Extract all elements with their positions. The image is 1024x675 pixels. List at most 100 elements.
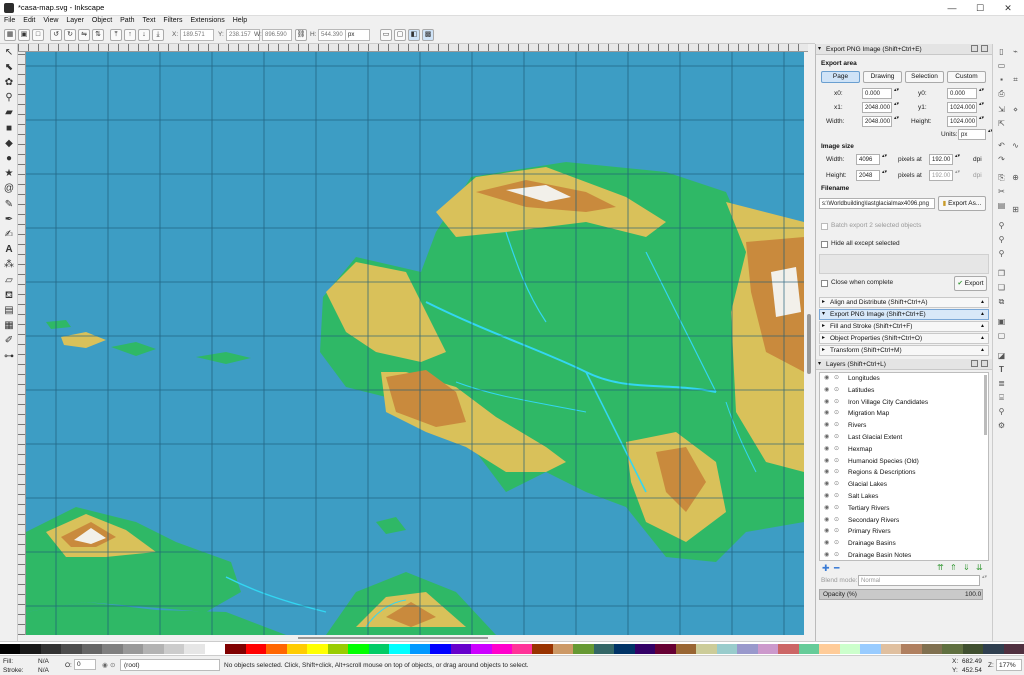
layers-icon[interactable]: ≣ — [996, 378, 1007, 389]
palette-swatch[interactable] — [348, 644, 370, 654]
menu-extensions[interactable]: Extensions — [186, 16, 228, 25]
deselect-icon[interactable]: □ — [32, 29, 44, 41]
menu-text[interactable]: Text — [139, 16, 160, 25]
export-button[interactable]: ✔ Export — [954, 276, 987, 291]
area-height-input[interactable]: 1024.000 — [947, 115, 985, 127]
vertical-scroll-thumb[interactable] — [807, 314, 811, 374]
tweak-tool-icon[interactable]: ✿ — [2, 76, 16, 90]
snap-center-icon[interactable]: ⊕ — [1010, 172, 1021, 183]
export-dialog-title[interactable]: ▾ Export PNG Image (Shift+Ctrl+E) — [816, 44, 993, 55]
lower-layer-icon[interactable]: ⇓ — [963, 563, 970, 572]
w-input[interactable]: 896.590 — [262, 29, 292, 41]
palette-swatch[interactable] — [696, 644, 718, 654]
print-icon[interactable]: ⎙ — [996, 88, 1007, 99]
star-tool-icon[interactable]: ★ — [2, 167, 16, 181]
palette-swatch[interactable] — [286, 644, 308, 654]
eye-icon[interactable]: ◉ — [824, 550, 829, 560]
eye-icon[interactable]: ◉ — [824, 420, 829, 432]
palette-swatch[interactable] — [61, 644, 83, 654]
layer-row[interactable]: ◉ ⊙ Regions & Descriptions — [820, 467, 988, 479]
lower-to-bottom-icon[interactable]: ⤓ — [152, 29, 164, 41]
lock-ratio-icon[interactable]: ⛓ — [295, 29, 307, 41]
fill-stroke-dialog-tab[interactable]: ▸ Fill and Stroke (Shift+Ctrl+F) ▲ — [819, 321, 989, 332]
mesh-tool-icon[interactable]: ▦ — [2, 319, 16, 333]
layer-row[interactable]: ◉ ⊙ Primary Rivers — [820, 526, 988, 538]
palette-swatch[interactable] — [942, 644, 964, 654]
open-icon[interactable]: ▭ — [996, 60, 1007, 71]
find-icon[interactable]: ⚲ — [996, 406, 1007, 417]
units-select[interactable]: px — [958, 128, 994, 140]
flip-horizontal-icon[interactable]: ⇋ — [78, 29, 90, 41]
palette-swatch[interactable] — [471, 644, 492, 654]
layers-scroll-thumb[interactable] — [984, 375, 987, 435]
palette-swatch[interactable] — [532, 644, 554, 654]
iconify-icon[interactable] — [971, 45, 978, 52]
eye-icon[interactable]: ◉ — [824, 456, 829, 468]
add-layer-icon[interactable]: ✚ — [822, 563, 830, 574]
horizontal-scroll-thumb[interactable] — [298, 637, 488, 639]
zoom-input[interactable]: 177% — [996, 659, 1022, 671]
dpi-input[interactable]: 192.00 — [929, 153, 961, 165]
palette-swatch[interactable] — [450, 644, 472, 654]
export-png-dialog-tab[interactable]: ▾ Export PNG Image (Shift+Ctrl+E) ▲ — [819, 309, 989, 320]
palette-swatch[interactable] — [737, 644, 759, 654]
x0-input[interactable]: 0.000 — [862, 87, 900, 99]
palette-swatch[interactable] — [245, 644, 267, 654]
menu-file[interactable]: File — [0, 16, 19, 25]
palette-swatch[interactable] — [1003, 644, 1024, 654]
ungroup-icon[interactable]: ▢ — [996, 330, 1007, 341]
palette-swatch[interactable] — [757, 644, 779, 654]
palette-swatch[interactable] — [163, 644, 185, 654]
y1-input[interactable]: 1024.000 — [947, 101, 985, 113]
lock-icon[interactable]: ⊙ — [834, 385, 839, 397]
palette-swatch[interactable] — [225, 644, 247, 654]
snap-paths-icon[interactable]: ∿ — [1010, 140, 1021, 151]
x1-input[interactable]: 2048.000 — [862, 101, 900, 113]
palette-swatch[interactable] — [634, 644, 656, 654]
text-tool-icon[interactable]: A — [2, 243, 16, 257]
connector-tool-icon[interactable]: ⊶ — [2, 350, 16, 364]
eraser-tool-icon[interactable]: ▱ — [2, 274, 16, 288]
x-input[interactable]: 189.571 — [180, 29, 214, 41]
remove-layer-icon[interactable]: ━ — [834, 563, 839, 574]
select-all-icon[interactable]: ▦ — [4, 29, 16, 41]
stroke-value[interactable]: N/A — [38, 667, 49, 674]
align-distribute-dialog-tab[interactable]: ▸ Align and Distribute (Shift+Ctrl+A) ▲ — [819, 297, 989, 308]
area-selection-button[interactable]: Selection — [905, 71, 944, 83]
palette-swatch[interactable] — [921, 644, 943, 654]
cut-icon[interactable]: ✂ — [996, 186, 1007, 197]
paint-bucket-tool-icon[interactable]: ⛾ — [2, 289, 16, 303]
fill-stroke-icon[interactable]: ◪ — [996, 350, 1007, 361]
zoom-tool-icon[interactable]: ⚲ — [2, 91, 16, 105]
layer-row[interactable]: ◉ ⊙ Last Glacial Extent — [820, 432, 988, 444]
zoom-page-icon[interactable]: ⚲ — [996, 248, 1007, 259]
calligraphy-tool-icon[interactable]: ✍ — [2, 228, 16, 242]
layer-row[interactable]: ◉ ⊙ Rivers — [820, 420, 988, 432]
palette-swatch[interactable] — [716, 644, 738, 654]
lock-icon[interactable]: ⊙ — [834, 491, 839, 503]
palette-swatch[interactable] — [573, 644, 595, 654]
lock-icon[interactable]: ⊙ — [834, 456, 839, 468]
measure-tool-icon[interactable]: ▰ — [2, 106, 16, 120]
palette-swatch[interactable] — [409, 644, 431, 654]
rotate-ccw-icon[interactable]: ↺ — [50, 29, 62, 41]
layers-dialog-title[interactable]: ▾ Layers (Shift+Ctrl+L) — [816, 359, 993, 370]
palette-swatch[interactable] — [307, 644, 329, 654]
close-dialog-icon[interactable] — [981, 360, 988, 367]
rectangle-tool-icon[interactable]: ■ — [2, 122, 16, 136]
palette-swatch[interactable] — [40, 644, 62, 654]
palette-swatch[interactable] — [327, 644, 349, 654]
ellipse-tool-icon[interactable]: ● — [2, 152, 16, 166]
palette-swatch[interactable] — [491, 644, 513, 654]
palette-swatch[interactable] — [552, 644, 574, 654]
move-gradients-icon[interactable]: ◧ — [408, 29, 420, 41]
palette-swatch[interactable] — [798, 644, 820, 654]
paste-icon[interactable]: ▤ — [996, 200, 1007, 211]
palette-swatch[interactable] — [389, 644, 411, 654]
drawing-canvas[interactable] — [26, 52, 804, 635]
unit-select[interactable]: px — [345, 29, 370, 41]
spray-tool-icon[interactable]: ⁂ — [2, 258, 16, 272]
palette-swatch[interactable] — [593, 644, 615, 654]
snap-guide-icon[interactable]: ⊞ — [1010, 204, 1021, 215]
menu-edit[interactable]: Edit — [19, 16, 39, 25]
